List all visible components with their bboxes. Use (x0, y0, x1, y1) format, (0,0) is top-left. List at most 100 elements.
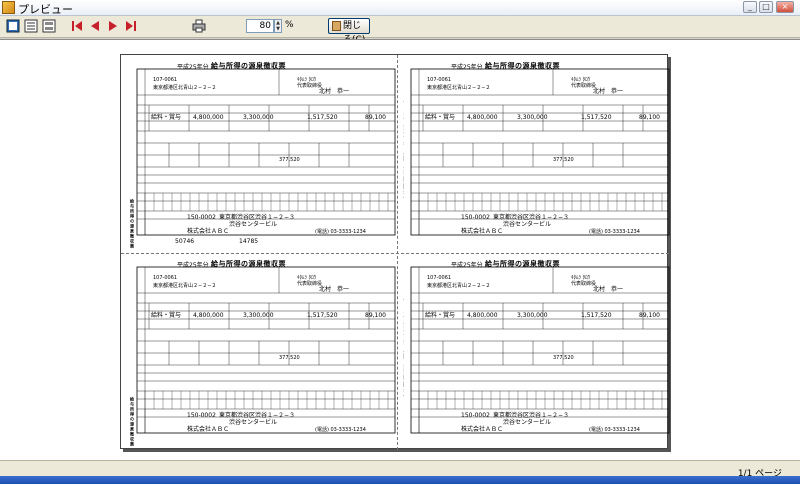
slip-year: 平成25年分 (177, 64, 209, 71)
close-preview-button[interactable]: 閉じる(C) (328, 18, 370, 45)
zip-code: 107-0061 (153, 77, 178, 83)
payer-phone: (電話) 03-3333-1234 (589, 229, 640, 235)
payer-zip: 150-0002 (187, 214, 216, 221)
slip-year: 平成25年分 (451, 262, 483, 269)
payer-name: 株式会社ＡＢＣ (461, 426, 504, 433)
multi-page-button[interactable] (42, 19, 56, 33)
first-page-button[interactable] (70, 19, 84, 33)
slip-title: 給与所得の源泉徴収票 (485, 62, 560, 70)
zip-code: 107-0061 (427, 275, 452, 281)
taskbar (0, 476, 800, 484)
payment-amount: 4,800,000 (467, 114, 498, 121)
deduction-total: 1,517,520 (581, 114, 612, 121)
minimize-button[interactable]: _ (743, 1, 757, 13)
payer-name: 株式会社ＡＢＣ (187, 228, 230, 235)
toolbar: 80 ▲ ▼ % 閉じる(C) (0, 16, 800, 45)
zip-code: 107-0061 (427, 77, 452, 83)
recipient-address: 東京都港区北青山２−２−２ (153, 283, 217, 289)
next-page-button[interactable] (106, 19, 120, 33)
prev-page-icon (91, 21, 99, 31)
slip-year: 平成25年分 (451, 64, 483, 71)
payer-building: 渋谷センタービル (229, 419, 278, 426)
receipt-number-b: 14785 (239, 238, 259, 245)
withholding-slip: 平成25年分 給与所得の源泉徴収票 107-0061 東京都港区北青山２−２−２ ｷﾀﾑ… (129, 59, 399, 249)
title-bar: プレビュー _ □ × (0, 0, 800, 16)
payer-name: 株式会社ＡＢＣ (187, 426, 230, 433)
one-page-icon (6, 19, 20, 33)
payment-kind: 給料・賞与 (425, 114, 456, 121)
recipient-name: 北村 恭一 (593, 88, 624, 95)
withholding-tax: 89,100 (365, 114, 386, 121)
deduction-total: 1,517,520 (307, 114, 338, 121)
withholding-slip: 平成25年分 給与所得の源泉徴収票 107-0061 東京都港区北青山２−２−２ ｷﾀﾑ… (403, 257, 673, 447)
social-insurance: 377,520 (553, 157, 574, 163)
vertical-label-payer: 給与支払報告書（個人別明細書） (403, 99, 404, 204)
page-width-icon (24, 19, 38, 33)
preview-area[interactable]: 平成25年分 給与所得の源泉徴収票 107-0061 東京都港区北青山２−２−２ ｷﾀﾑ… (0, 39, 800, 460)
zip-code: 107-0061 (153, 275, 178, 281)
payer-zip: 150-0002 (187, 412, 216, 419)
prev-page-button[interactable] (88, 19, 102, 33)
recipient-name: 北村 恭一 (593, 286, 624, 293)
payer-building: 渋谷センタービル (503, 419, 552, 426)
vertical-label-stub: 給与所得の源泉徴収票 (130, 397, 135, 447)
slip-year: 平成25年分 (177, 262, 209, 269)
door-icon (332, 21, 341, 31)
window-title: プレビュー (18, 3, 73, 16)
payment-kind: 給料・賞与 (151, 312, 182, 319)
social-insurance: 377,520 (279, 157, 300, 163)
social-insurance: 377,520 (279, 355, 300, 361)
vertical-label-payer: 給与支払報告書（個人別明細書） (403, 297, 404, 402)
last-page-icon (126, 21, 136, 31)
payer-building: 渋谷センタービル (503, 221, 552, 228)
withholding-slip: 平成25年分 給与所得の源泉徴収票 107-0061 東京都港区北青山２−２−２ ｷﾀﾑ… (129, 257, 399, 447)
withholding-tax: 89,100 (639, 312, 660, 319)
payer-building: 渋谷センタービル (229, 221, 278, 228)
payer-zip: 150-0002 (461, 214, 490, 221)
page-width-button[interactable] (24, 19, 38, 33)
payment-kind: 給料・賞与 (425, 312, 456, 319)
vertical-label-stub: 給与所得の源泉徴収票 (130, 199, 135, 249)
zoom-unit: % (285, 20, 294, 30)
deduction-total: 1,517,520 (581, 312, 612, 319)
recipient-address: 東京都港区北青山２−２−２ (427, 283, 491, 289)
recipient-address: 東京都港区北青山２−２−２ (427, 85, 491, 91)
one-page-view-button[interactable] (6, 19, 20, 33)
payer-name: 株式会社ＡＢＣ (461, 228, 504, 235)
payer-phone: (電話) 03-3333-1234 (315, 427, 366, 433)
payment-amount: 4,800,000 (467, 312, 498, 319)
withholding-slip: 平成25年分 給与所得の源泉徴収票 107-0061 東京都港区北青山２−２−２ ｷﾀﾑ… (403, 59, 673, 249)
multi-page-icon (42, 19, 56, 33)
payment-kind: 給料・賞与 (151, 114, 182, 121)
withholding-tax: 89,100 (365, 312, 386, 319)
receipt-number-a: 50746 (175, 238, 195, 245)
after-deduction-amount: 3,300,000 (243, 312, 274, 319)
first-page-icon (72, 21, 82, 31)
zoom-input[interactable]: 80 (246, 19, 274, 33)
printer-icon (192, 19, 206, 33)
deduction-total: 1,517,520 (307, 312, 338, 319)
slip-title: 給与所得の源泉徴収票 (211, 260, 286, 268)
payment-amount: 4,800,000 (193, 114, 224, 121)
print-page: 平成25年分 給与所得の源泉徴収票 107-0061 東京都港区北青山２−２−２ ｷﾀﾑ… (120, 54, 670, 450)
recipient-name: 北村 恭一 (319, 286, 350, 293)
social-insurance: 377,520 (553, 355, 574, 361)
slip-title: 給与所得の源泉徴収票 (211, 62, 286, 70)
zoom-spinner[interactable]: ▲ ▼ (274, 19, 282, 33)
payment-amount: 4,800,000 (193, 312, 224, 319)
withholding-tax: 89,100 (639, 114, 660, 121)
spin-down-icon[interactable]: ▼ (275, 26, 281, 32)
payer-phone: (電話) 03-3333-1234 (315, 229, 366, 235)
print-button[interactable] (192, 19, 206, 33)
horizontal-cut-line (121, 253, 669, 254)
app-icon (2, 1, 15, 14)
recipient-address: 東京都港区北青山２−２−２ (153, 85, 217, 91)
maximize-button[interactable]: □ (759, 1, 773, 13)
close-window-button[interactable]: × (776, 1, 794, 13)
recipient-name: 北村 恭一 (319, 88, 350, 95)
last-page-button[interactable] (124, 19, 138, 33)
after-deduction-amount: 3,300,000 (517, 312, 548, 319)
next-page-icon (109, 21, 117, 31)
after-deduction-amount: 3,300,000 (243, 114, 274, 121)
slip-title: 給与所得の源泉徴収票 (485, 260, 560, 268)
